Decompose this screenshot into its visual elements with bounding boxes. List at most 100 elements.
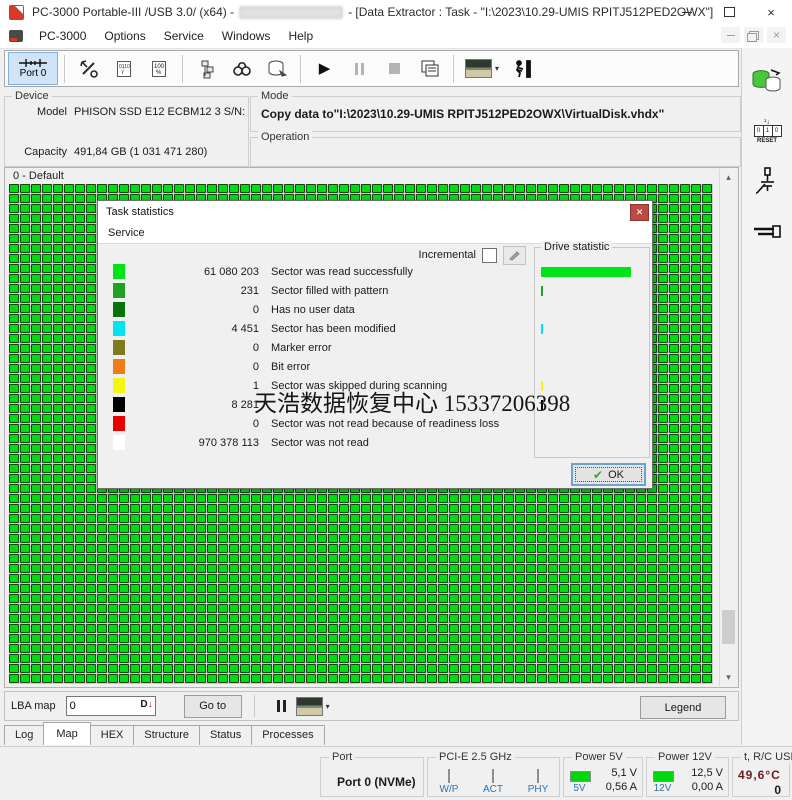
mdi-minimize-button[interactable] (721, 27, 740, 43)
window-title: PC-3000 Portable-III /USB 3.0/ (x64) - -… (32, 5, 713, 19)
menu-pc3000[interactable]: PC-3000 (30, 26, 95, 46)
device-model-row: Model PHISON SSD E12 ECBM12 3 S/N: (1F (5, 106, 248, 118)
status-color-chip (113, 264, 125, 279)
mode-text: Copy data to"I:\2023\10.29-UMIS RPITJ512… (261, 107, 665, 121)
menu-bar: PC-3000 Options Service Windows Help × (0, 24, 792, 49)
reset-label: RESET (756, 138, 777, 144)
bar-row (541, 357, 641, 376)
mdi-close-button[interactable]: × (767, 27, 786, 43)
reset-bits-icon: 010 (753, 125, 782, 137)
pause-button[interactable] (342, 53, 377, 84)
dialog-menu-service[interactable]: Service (108, 227, 145, 239)
statistic-value: 0 (252, 303, 259, 316)
act-indicator: ACT (478, 769, 508, 795)
copy-disk-icon (752, 69, 781, 92)
bar-row (541, 262, 641, 281)
power12v-group: Power 12V 12V 12,5 V 0,00 A (646, 751, 729, 797)
report-button[interactable] (412, 53, 447, 84)
terminal-button[interactable] (748, 214, 786, 250)
structure-icon (201, 60, 213, 78)
play-icon: ▶ (318, 60, 331, 77)
tab-status[interactable]: Status (199, 725, 253, 745)
chevron-down-icon[interactable]: ▾ (326, 702, 330, 711)
stop-button[interactable] (377, 53, 412, 84)
map-view-button[interactable]: ▾ (460, 53, 504, 84)
menu-options[interactable]: Options (95, 26, 154, 46)
status-color-chip (113, 378, 125, 393)
mdi-restore-button[interactable] (744, 27, 763, 43)
statistic-bar (541, 285, 543, 296)
copy-data-button[interactable] (748, 64, 786, 100)
mode-group-label: Mode (258, 90, 292, 102)
disk-export-icon (268, 60, 287, 77)
tab-log[interactable]: Log (4, 725, 45, 745)
maximize-button[interactable] (708, 0, 750, 24)
mdi-child-icon (9, 30, 23, 42)
statistic-label: Marker error (271, 341, 332, 354)
statistic-label: Sector has been modified (271, 322, 396, 335)
menu-windows[interactable]: Windows (213, 26, 280, 46)
power5v-led-label: 5V (573, 783, 586, 794)
capacity-label: Capacity (24, 146, 67, 158)
statistic-label: Sector filled with pattern (271, 284, 389, 297)
menu-service[interactable]: Service (155, 26, 213, 46)
legend-button[interactable]: Legend (640, 696, 726, 719)
toolbar-separator (453, 54, 454, 83)
toolbar-separator (300, 54, 301, 83)
status-color-chip (113, 435, 125, 450)
drive-statistic-group: Drive statistic (534, 241, 650, 458)
close-icon: × (767, 4, 775, 20)
usb-temp-label: t, R/C USB (741, 751, 792, 763)
statistic-label: Sector was read successfully (271, 265, 413, 278)
pause-icon (355, 62, 364, 75)
toolbar-separator (64, 54, 65, 83)
lba-input[interactable] (66, 699, 136, 713)
scroll-up-icon[interactable]: ▴ (720, 169, 737, 186)
goto-button[interactable]: Go to (183, 694, 242, 718)
statistics-rows: 61 080 203 Sector was read successfully … (98, 262, 526, 452)
utilities-button[interactable] (71, 53, 106, 84)
model-label: Model (37, 106, 67, 118)
tab-structure[interactable]: Structure (133, 725, 201, 745)
reset-button[interactable]: ¹↓ 010 RESET (748, 114, 786, 150)
menu-help[interactable]: Help (279, 26, 322, 46)
scale-button[interactable]: 100% (141, 53, 176, 84)
capacity-value: 491,84 GB (1 031 471 280) (74, 146, 208, 158)
power-control-button[interactable] (748, 164, 786, 200)
minimize-button[interactable] (666, 0, 708, 24)
search-button[interactable] (224, 53, 259, 84)
power5v-led (570, 771, 591, 782)
start-button[interactable]: ▶ (307, 53, 342, 84)
map-style-preview[interactable] (295, 696, 323, 716)
scrollbar-thumb[interactable] (722, 610, 735, 644)
wp-indicator: W/P (434, 769, 464, 795)
statistic-value: 61 080 203 (203, 265, 259, 278)
structure-button[interactable] (189, 53, 224, 84)
exit-task-button[interactable] (504, 53, 539, 84)
port0-button[interactable]: Port 0 (8, 52, 58, 85)
toolbar-separator (182, 54, 183, 83)
tab-hex[interactable]: HEX (89, 725, 135, 745)
port-value: Port 0 (NVMe) (337, 775, 416, 789)
ok-button[interactable]: ✔ OK (571, 463, 646, 486)
power12v-led-label: 12V (653, 783, 672, 794)
device-group-label: Device (12, 90, 52, 102)
bar-row (541, 433, 641, 452)
dialog-close-button[interactable]: ✕ (630, 204, 649, 221)
statistic-row: 0 Marker error (98, 338, 526, 357)
map-vertical-scrollbar[interactable]: ▴ ▾ (719, 169, 737, 686)
port-group-label: Port (329, 751, 356, 763)
log-button[interactable]: 0110 i (106, 53, 141, 84)
lba-dec-icon[interactable]: D↓ (140, 699, 152, 710)
close-button[interactable]: × (750, 0, 792, 24)
map-pause-button[interactable] (276, 700, 286, 712)
tab-map[interactable]: Map (43, 722, 91, 745)
chevron-down-icon: ▾ (494, 64, 499, 73)
disk-export-button[interactable] (259, 53, 294, 84)
statistic-value: 0 (252, 360, 259, 373)
phy-indicator: PHY (523, 769, 553, 795)
tab-processes[interactable]: Processes (251, 725, 325, 745)
scroll-down-icon[interactable]: ▾ (720, 669, 737, 686)
rc-count-value: 0 (774, 783, 781, 797)
incremental-checkbox[interactable] (482, 247, 497, 263)
